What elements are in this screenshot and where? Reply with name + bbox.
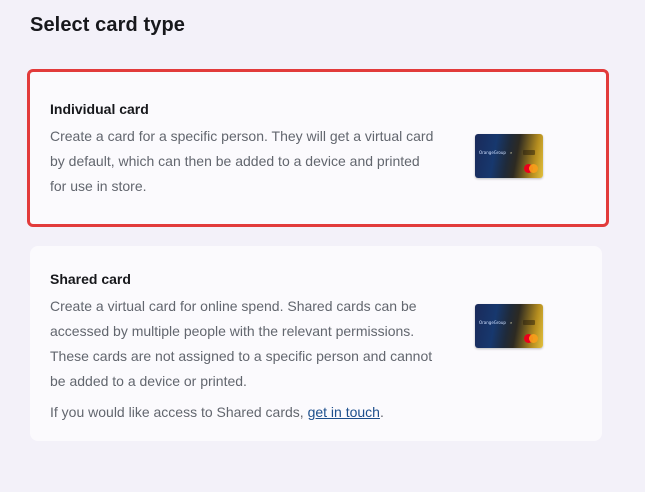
individual-card-description: Create a card for a specific person. The… <box>50 128 434 194</box>
shared-card-text: Shared card Create a virtual card for on… <box>50 270 435 422</box>
access-note-text: If you would like access to Shared cards… <box>50 404 308 420</box>
page-title: Select card type <box>30 14 186 36</box>
shared-card-heading: Shared card <box>50 271 131 287</box>
shared-card-access-note: If you would like access to Shared cards… <box>50 402 435 422</box>
mastercard-icon <box>524 334 538 343</box>
individual-card-option[interactable]: Individual card Create a card for a spec… <box>27 69 609 227</box>
card-partner-logo <box>523 150 535 155</box>
shared-card-description: Create a virtual card for online spend. … <box>50 298 433 389</box>
card-partner-logo <box>523 320 535 325</box>
individual-card-heading: Individual card <box>50 101 149 117</box>
shared-card-option[interactable]: Shared card Create a virtual card for on… <box>30 246 602 441</box>
access-note-suffix: . <box>379 404 384 420</box>
card-cross-icon: × <box>510 150 513 155</box>
card-cross-icon: × <box>510 320 513 325</box>
mastercard-icon <box>524 164 538 173</box>
individual-card-text: Individual card Create a card for a spec… <box>50 100 435 199</box>
get-in-touch-link[interactable]: get in touch <box>308 404 380 420</box>
individual-card-image: OrangeGroup × <box>475 134 543 178</box>
shared-card-image: OrangeGroup × <box>475 304 543 348</box>
card-brand-logo: OrangeGroup <box>479 150 506 155</box>
card-brand-logo: OrangeGroup <box>479 320 506 325</box>
